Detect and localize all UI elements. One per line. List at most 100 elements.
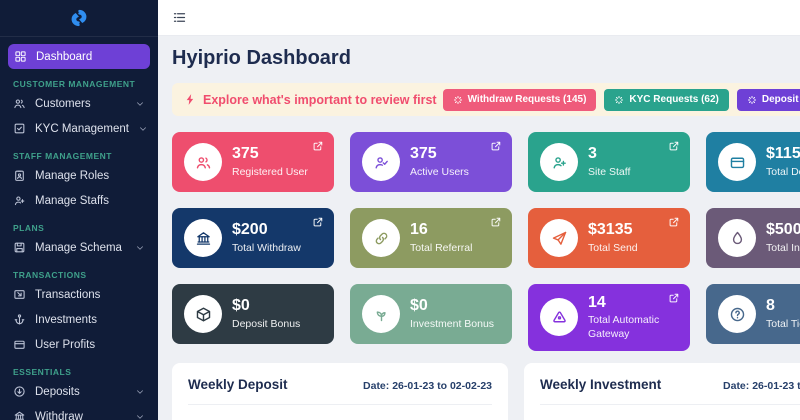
grid-icon [14, 50, 27, 63]
stat-label: Deposit Bonus [232, 318, 300, 331]
nav-section-label: ESSENTIALS [13, 367, 145, 377]
drop-icon [718, 219, 756, 257]
sidebar-nav: DashboardCUSTOMER MANAGEMENTCustomersKYC… [0, 37, 158, 420]
plant-icon [362, 295, 400, 333]
external-link-icon[interactable] [490, 216, 502, 228]
stat-card-total-send[interactable]: $3135Total Send [528, 208, 690, 268]
chevron-down-icon [135, 387, 145, 397]
sidebar-item-label: User Profits [35, 339, 95, 351]
panel-title: Weekly Investment [540, 377, 661, 392]
banner-button-kyc-requests-62[interactable]: KYC Requests (62) [604, 89, 728, 111]
external-link-icon[interactable] [668, 292, 680, 304]
stat-label: Total Withdraw [232, 242, 301, 255]
banner-text: Explore what's important to review first [203, 93, 437, 107]
user-plus-icon [13, 194, 26, 207]
stat-label: Total Investment [766, 242, 800, 255]
question-icon [718, 295, 756, 333]
sidebar-item-manage-staffs[interactable]: Manage Staffs [0, 188, 158, 213]
panel-date-range: Date: 26-01-23 to 02-02-23 [723, 380, 800, 392]
stat-text: $500Total Investment [766, 221, 800, 255]
chevron-down-icon [135, 99, 145, 109]
banner-button-withdraw-requests-145[interactable]: Withdraw Requests (145) [443, 89, 597, 111]
panel-title: Weekly Deposit [188, 377, 288, 392]
stat-value: $0 [410, 297, 494, 315]
stat-text: $0Deposit Bonus [232, 297, 300, 331]
stat-value: 3 [588, 145, 630, 163]
wallet-icon [13, 338, 26, 351]
stat-label: Registered User [232, 166, 308, 179]
sidebar: DashboardCUSTOMER MANAGEMENTCustomersKYC… [0, 0, 158, 420]
stat-value: 375 [410, 145, 469, 163]
stat-card-investment-bonus[interactable]: $0Investment Bonus [350, 284, 512, 344]
sidebar-item-label: Dashboard [36, 51, 92, 63]
stat-card-site-staff[interactable]: 3 Site Staff [528, 132, 690, 192]
wallet-icon [718, 143, 756, 181]
send-icon [540, 219, 578, 257]
chevron-down-icon [135, 243, 145, 253]
sidebar-item-investments[interactable]: Investments [0, 307, 158, 332]
external-link-icon[interactable] [490, 140, 502, 152]
user-plus-icon [540, 143, 578, 181]
bank-icon [184, 219, 222, 257]
users-icon [13, 97, 26, 110]
external-link-icon[interactable] [668, 216, 680, 228]
chevron-down-icon [135, 412, 145, 420]
stat-card-total-deposit[interactable]: $1155Total Deposit [706, 132, 800, 192]
stat-label: Total Send [588, 242, 638, 255]
stat-text: 16Total Referral [410, 221, 472, 255]
logo[interactable] [0, 0, 158, 37]
sidebar-item-kyc-management[interactable]: KYC Management [0, 116, 158, 141]
stat-card-total-withdraw[interactable]: $200 Total Withdraw [172, 208, 334, 268]
stat-card-active-users[interactable]: 375Active Users [350, 132, 512, 192]
banner-buttons: Withdraw Requests (145) KYC Requests (62)… [443, 89, 800, 111]
panel-weekly-investment: Weekly Investment Date: 26-01-23 to 02-02… [524, 363, 800, 420]
link-icon [362, 219, 400, 257]
stat-text: $3135Total Send [588, 221, 638, 255]
stat-value: 375 [232, 145, 308, 163]
banner-button-deposit-requests[interactable]: Deposit Requests [737, 89, 800, 111]
stat-label: Site Staff [588, 166, 630, 179]
external-link-icon[interactable] [668, 140, 680, 152]
panel-date-range: Date: 26-01-23 to 02-02-23 [363, 380, 492, 392]
sidebar-item-label: Deposits [35, 386, 80, 398]
stat-value: $200 [232, 221, 301, 239]
stat-card-deposit-bonus[interactable]: $0Deposit Bonus [172, 284, 334, 344]
stat-card-registered-user[interactable]: 375 Registered User [172, 132, 334, 192]
sidebar-item-label: Withdraw [35, 411, 83, 420]
user-check-icon [362, 143, 400, 181]
sidebar-item-label: Manage Roles [35, 170, 109, 182]
topbar [158, 0, 800, 36]
save-icon [13, 241, 26, 254]
external-link-icon[interactable] [312, 140, 324, 152]
stat-card-total-automatic-gateway[interactable]: 14Total Automatic Gateway [528, 284, 690, 351]
sidebar-item-label: Investments [35, 314, 97, 326]
external-link-icon[interactable] [312, 216, 324, 228]
check-square-icon [13, 122, 26, 135]
bank-icon [13, 410, 26, 420]
sidebar-item-deposits[interactable]: Deposits [0, 379, 158, 404]
sidebar-item-transactions[interactable]: Transactions [0, 282, 158, 307]
sidebar-item-manage-schema[interactable]: Manage Schema [0, 235, 158, 260]
sidebar-item-customers[interactable]: Customers [0, 91, 158, 116]
banner-button-label: Withdraw Requests (145) [468, 94, 587, 105]
sidebar-item-dashboard[interactable]: Dashboard [8, 44, 150, 69]
loop-icon [540, 298, 578, 336]
stat-label: Total Deposit [766, 166, 800, 179]
nav-section-label: TRANSACTIONS [13, 270, 145, 280]
chevron-down-icon [138, 124, 148, 134]
sidebar-item-label: Manage Schema [35, 242, 122, 254]
stat-label: Total Referral [410, 242, 472, 255]
sidebar-item-user-profits[interactable]: User Profits [0, 332, 158, 357]
anchor-icon [13, 313, 26, 326]
stat-card-total-investment[interactable]: $500Total Investment [706, 208, 800, 268]
box-icon [184, 295, 222, 333]
stat-card-total-referral[interactable]: 16Total Referral [350, 208, 512, 268]
sidebar-item-withdraw[interactable]: Withdraw [0, 404, 158, 420]
stat-value: 14 [588, 294, 676, 312]
stat-cards-grid: 375 Registered User 375Active Users 3 Site S… [172, 132, 800, 351]
menu-icon[interactable] [172, 10, 187, 25]
stat-card-total-tickets[interactable]: 8Total Tickets [706, 284, 800, 344]
sidebar-item-manage-roles[interactable]: Manage Roles [0, 163, 158, 188]
sun-icon [747, 95, 757, 105]
review-banner: Explore what's important to review first… [172, 83, 800, 116]
